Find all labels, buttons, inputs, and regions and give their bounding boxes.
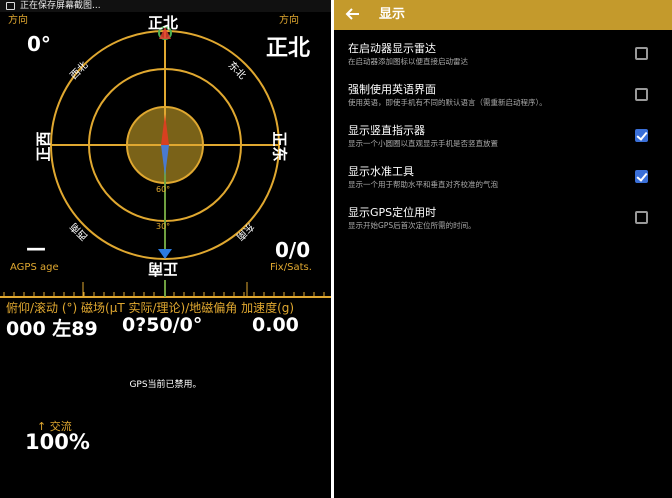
dir-east: 正东 — [270, 131, 289, 162]
dir-west: 正西 — [34, 131, 53, 162]
setting-subtitle: 在启动器添加图标以便直接启动雷达 — [348, 57, 468, 66]
setting-title: 显示水准工具 — [348, 165, 414, 178]
setting-title: 显示竖直指示器 — [348, 124, 425, 137]
settings-screen: 显示 在启动器显示雷达 在启动器添加图标以便直接启动雷达 强制使用英语界面 使用… — [334, 0, 672, 498]
setting-subtitle: 使用英语，即使手机有不同的默认语言（需重新启动程序）。 — [348, 98, 547, 107]
dir-north: 正北 — [148, 14, 179, 32]
setting-show-gps-fix-time[interactable]: 显示GPS定位用时 显示开始GPS后首次定位所需的时间。 — [334, 204, 672, 244]
screen-title: 显示 — [379, 7, 406, 22]
app-bar: 显示 — [334, 0, 672, 30]
level-tool-checkbox[interactable] — [635, 170, 648, 183]
dir-south: 正南 — [148, 260, 179, 278]
setting-show-level-tool[interactable]: 显示水准工具 显示一个用于帮助水平和垂直对齐校准的气泡 — [334, 163, 672, 203]
fix-value: 0/0 — [275, 238, 311, 262]
setting-subtitle: 显示一个小圆圈以直观显示手机是否竖直放置 — [348, 139, 498, 148]
back-arrow-icon[interactable] — [344, 5, 362, 23]
setting-show-radar-in-launcher[interactable]: 在启动器显示雷达 在启动器添加图标以便直接启动雷达 — [334, 40, 672, 80]
setting-show-vertical-indicator[interactable]: 显示竖直指示器 显示一个小圆圈以直观显示手机是否竖直放置 — [334, 122, 672, 162]
level-ruler — [0, 280, 331, 298]
agps-value: — — [26, 236, 46, 260]
tilt-mark-30: 30° — [156, 222, 171, 231]
setting-subtitle: 显示一个用于帮助水平和垂直对齐校准的气泡 — [348, 180, 498, 189]
vertical-indicator-checkbox[interactable] — [635, 129, 648, 142]
pitch-roll-value: 000 左89 — [6, 318, 98, 340]
setting-title: 在启动器显示雷达 — [348, 42, 436, 55]
show-radar-checkbox[interactable] — [635, 47, 648, 60]
setting-force-english[interactable]: 强制使用英语界面 使用英语，即使手机有不同的默认语言（需重新启动程序）。 — [334, 81, 672, 121]
magnetic-value: 0?50/0° — [122, 314, 203, 336]
gps-status: GPS当前已禁用。 — [129, 380, 202, 390]
fix-label: Fix/Sats. — [270, 262, 312, 273]
acceleration-value: 0.00 — [252, 314, 299, 336]
setting-title: 显示GPS定位用时 — [348, 206, 437, 219]
gps-fix-time-checkbox[interactable] — [635, 211, 648, 224]
radar-screen: 正在保存屏幕截图... 方向 方向 0° 正北 正北 正南 正东 正西 东北 西… — [0, 0, 331, 498]
battery-value: 100% — [25, 430, 90, 454]
setting-subtitle: 显示开始GPS后首次定位所需的时间。 — [348, 221, 476, 230]
force-english-checkbox[interactable] — [635, 88, 648, 101]
setting-title: 强制使用英语界面 — [348, 83, 436, 96]
agps-label: AGPS age — [10, 262, 59, 273]
south-marker — [158, 249, 172, 259]
tilt-mark-60: 60° — [156, 185, 171, 194]
